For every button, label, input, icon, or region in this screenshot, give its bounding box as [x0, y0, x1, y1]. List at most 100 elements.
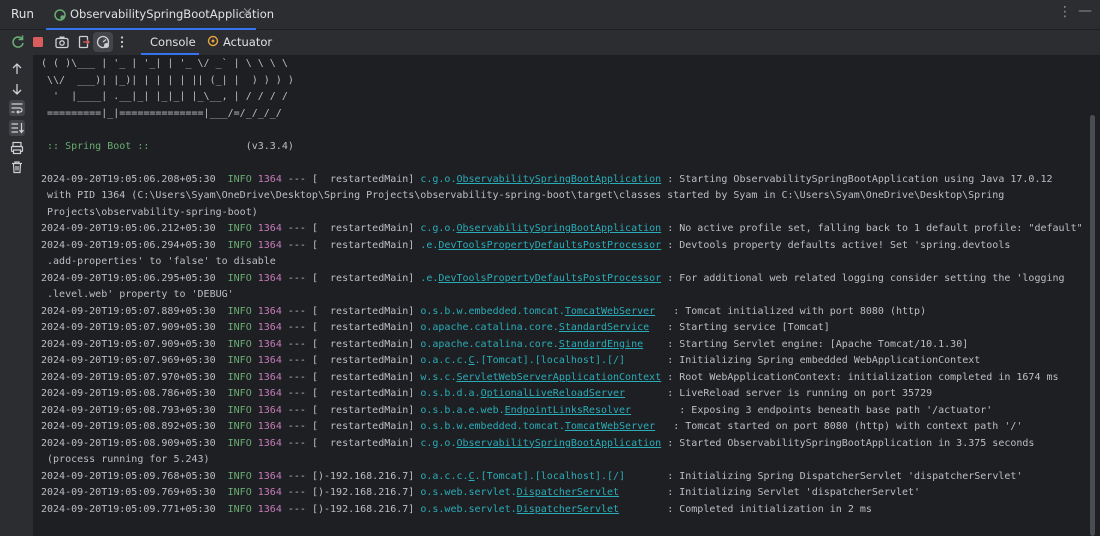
log-continuation-line: .level.web' property to 'DEBUG': [41, 287, 234, 303]
run-toolbar: Console Actuator: [0, 30, 1100, 55]
log-line: 2024-09-20T19:05:09.771+05:30 INFO 1364 …: [41, 502, 872, 518]
log-line: 2024-09-20T19:05:08.909+05:30 INFO 1364 …: [41, 436, 1034, 452]
more-icon[interactable]: [114, 34, 130, 50]
log-message: : Root WebApplicationContext: initializa…: [661, 371, 1059, 383]
log-timestamp: 2024-09-20T19:05:07.889+05:30: [41, 305, 228, 317]
log-logger-link[interactable]: ObservabilitySpringBootApplication: [456, 223, 661, 234]
print-icon[interactable]: [9, 140, 25, 156]
tab-console[interactable]: Console: [141, 30, 199, 55]
log-continuation-line: Projects\observability-spring-boot): [41, 205, 258, 221]
log-level: INFO: [227, 355, 252, 366]
stop-icon[interactable]: [30, 34, 46, 50]
log-message: : Initializing Spring DispatcherServlet …: [661, 470, 1023, 482]
close-tab-icon[interactable]: ×: [242, 5, 253, 20]
log-logger-link[interactable]: DispatcherServlet: [517, 504, 619, 515]
log-thread: --- [ restartedMain]: [281, 272, 421, 284]
log-logger: o.apache.catalina.core.StandardEngine: [420, 338, 644, 350]
camera-icon[interactable]: [54, 34, 70, 50]
log-line: 2024-09-20T19:05:08.892+05:30 INFO 1364 …: [41, 419, 1022, 435]
settings-gauge-icon[interactable]: [95, 34, 111, 50]
log-logger: c.g.o.ObservabilitySpringBootApplication: [420, 173, 662, 185]
log-continuation-line: with PID 1364 (C:\Users\Syam\OneDrive\De…: [41, 188, 1004, 204]
log-message: : Starting service [Tomcat]: [661, 322, 830, 333]
log-message-continued: (process running for 5.243): [41, 454, 210, 465]
trash-icon[interactable]: [9, 159, 25, 175]
log-logger-link[interactable]: TomcatWebServer: [565, 421, 655, 432]
log-continuation-line: (process running for 5.243): [41, 452, 210, 468]
log-logger-link[interactable]: ObservabilitySpringBootApplication: [456, 174, 661, 185]
log-level: INFO: [227, 437, 252, 449]
log-timestamp: 2024-09-20T19:05:09.768+05:30: [41, 470, 228, 482]
log-logger-link[interactable]: EndpointLinksResolver: [505, 405, 631, 416]
log-logger: c.g.o.ObservabilitySpringBootApplication: [420, 223, 662, 234]
console-output[interactable]: ( ( )\___ | '_ | '_| | '_ \/ _` | \ \ \ …: [34, 55, 1088, 536]
log-logger-link[interactable]: ObservabilitySpringBootApplication: [456, 438, 661, 449]
log-timestamp: 2024-09-20T19:05:06.295+05:30: [41, 272, 228, 284]
console-scrollbar[interactable]: [1090, 115, 1095, 536]
log-level: INFO: [227, 388, 252, 399]
log-message: : For additional web related logging con…: [661, 272, 1065, 284]
log-timestamp: 2024-09-20T19:05:07.909+05:30: [41, 322, 228, 333]
more-options-icon[interactable]: ⋮: [1058, 5, 1072, 19]
log-logger: o.s.b.a.e.web.EndpointLinksResolver: [420, 404, 632, 416]
banner-text: ( ( )\___ | '_ | '_| | '_ \/ _` | \ \ \ …: [41, 58, 288, 69]
scroll-down-icon[interactable]: [9, 81, 25, 97]
log-logger-link[interactable]: DevToolsPropertyDefaultsPostProcessor: [438, 273, 661, 284]
log-level: INFO: [227, 239, 252, 251]
log-thread: --- [)-192.168.216.7]: [281, 503, 421, 515]
log-thread: --- [ restartedMain]: [281, 305, 421, 317]
log-timestamp: 2024-09-20T19:05:09.771+05:30: [41, 503, 228, 515]
minimize-icon[interactable]: —: [1078, 3, 1092, 19]
exit-icon[interactable]: [76, 34, 92, 50]
log-pid: 1364: [257, 173, 282, 185]
log-pid: 1364: [257, 371, 282, 383]
log-logger-link[interactable]: ServletWebServerApplicationContext: [456, 372, 661, 383]
banner-line: ( ( )\___ | '_ | '_| | '_ \/ _` | \ \ \ …: [41, 56, 288, 72]
log-pid: 1364: [257, 503, 282, 515]
log-pid: 1364: [257, 487, 282, 498]
log-line: 2024-09-20T19:05:07.970+05:30 INFO 1364 …: [41, 370, 1059, 386]
soft-wrap-icon[interactable]: [9, 100, 25, 116]
log-message: : Devtools property defaults active! Set…: [661, 239, 1011, 251]
log-logger-link[interactable]: C: [469, 471, 475, 482]
banner-text: ' |____| .__|_| |_|_| |_\__, | / / / /: [41, 91, 288, 102]
log-logger-link[interactable]: OptionalLiveReloadServer: [481, 388, 626, 399]
log-level: INFO: [227, 421, 252, 432]
scroll-to-end-icon[interactable]: [9, 120, 25, 136]
scroll-up-icon[interactable]: [9, 61, 25, 77]
log-message: : Starting Servlet engine: [Apache Tomca…: [661, 338, 969, 350]
log-line: 2024-09-20T19:05:09.769+05:30 INFO 1364 …: [41, 485, 920, 501]
log-logger: w.s.c.ServletWebServerApplicationContext: [420, 371, 662, 383]
log-message: : Starting ObservabilitySpringBootApplic…: [661, 173, 1053, 185]
banner-line: =========|_|==============|___/=/_/_/_/: [41, 106, 282, 122]
log-logger: c.g.o.ObservabilitySpringBootApplication: [420, 437, 662, 449]
log-logger-link[interactable]: DevToolsPropertyDefaultsPostProcessor: [438, 240, 661, 251]
log-line: 2024-09-20T19:05:06.295+05:30 INFO 1364 …: [41, 271, 1065, 287]
log-logger: .e.DevToolsPropertyDefaultsPostProcessor: [420, 272, 662, 284]
log-logger-link[interactable]: StandardService: [559, 322, 649, 333]
log-timestamp: 2024-09-20T19:05:06.208+05:30: [41, 173, 228, 185]
log-message: : No active profile set, falling back to…: [661, 223, 1083, 234]
log-thread: --- [ restartedMain]: [281, 239, 421, 251]
log-logger-link[interactable]: StandardEngine: [559, 339, 643, 350]
tab-actuator[interactable]: Actuator: [205, 30, 275, 55]
log-level: INFO: [227, 305, 252, 317]
log-line: 2024-09-20T19:05:07.909+05:30 INFO 1364 …: [41, 337, 968, 353]
log-pid: 1364: [257, 355, 282, 366]
log-level: INFO: [227, 223, 252, 234]
log-logger-link[interactable]: TomcatWebServer: [565, 306, 655, 317]
log-logger-link[interactable]: C: [469, 355, 475, 366]
log-thread: --- [ restartedMain]: [281, 223, 421, 234]
log-logger: o.apache.catalina.core.StandardService: [420, 322, 650, 333]
banner-line: ' |____| .__|_| |_|_| |_\__, | / / / /: [41, 89, 288, 105]
spring-boot-version: (v3.3.4): [149, 140, 294, 152]
run-configuration-tab[interactable]: ObservabilitySpringBootApplication ×: [46, 2, 274, 30]
log-logger-link[interactable]: DispatcherServlet: [517, 487, 619, 498]
log-line: 2024-09-20T19:05:08.786+05:30 INFO 1364 …: [41, 386, 932, 402]
log-continuation-line: .add-properties' to 'false' to disable: [41, 254, 276, 270]
rerun-icon[interactable]: [10, 34, 26, 50]
log-timestamp: 2024-09-20T19:05:06.212+05:30: [41, 223, 228, 234]
log-logger: o.a.c.c.C.[Tomcat].[localhost].[/]: [420, 470, 662, 482]
console-side-toolbar: [0, 55, 34, 536]
log-pid: 1364: [257, 305, 282, 317]
